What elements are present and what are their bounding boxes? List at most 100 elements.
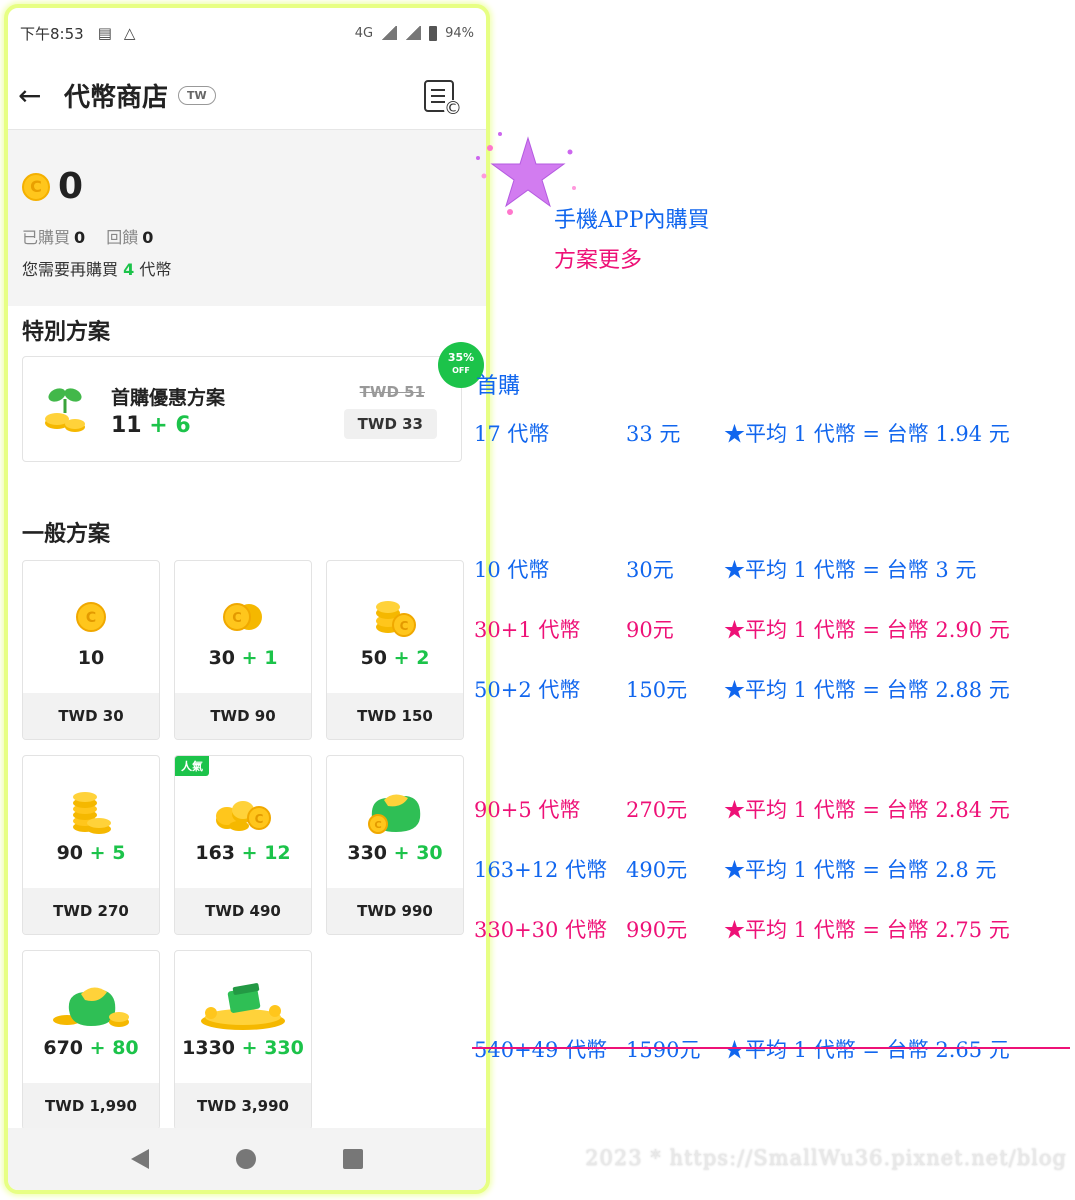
special-plan-name: 首購優惠方案 [111, 387, 226, 409]
calc-price: 990元 [626, 918, 688, 942]
battery-level: 94% [445, 25, 474, 41]
pack-price[interactable]: TWD 3,990 [175, 1083, 311, 1129]
pack-card[interactable]: 670 + 80 TWD 1,990 [22, 950, 160, 1130]
purchase-history-icon[interactable] [424, 79, 462, 118]
first-purchase-label: 首購 [476, 374, 521, 399]
pack-card[interactable]: 人氣 C 163 + 12 TWD 490 [174, 755, 312, 935]
pack-base: 1330 [182, 1037, 236, 1059]
pack-bonus: + 12 [241, 842, 291, 864]
svg-text:C: C [374, 820, 381, 831]
pack-bonus: + 330 [241, 1037, 304, 1059]
calc-average: ★平均 1 代幣 = 台幣 3 元 [724, 558, 977, 582]
calc-average: ★平均 1 代幣 = 台幣 2.84 元 [724, 798, 1010, 822]
calc-average: ★平均 1 代幣 = 台幣 2.75 元 [724, 918, 1010, 942]
pack-card[interactable]: C 10 TWD 30 [22, 560, 160, 740]
calc-average: ★平均 1 代幣 = 台幣 1.94 元 [724, 422, 1010, 446]
svg-text:C: C [400, 619, 409, 633]
calc-tokens: 30+1 代幣 [474, 618, 581, 642]
intro-line-2: 方案更多 [554, 248, 643, 273]
calc-tokens: 50+2 代幣 [474, 678, 581, 702]
pack-base: 330 [347, 842, 388, 864]
pack-amount: 670 + 80 [23, 1037, 159, 1059]
calc-price: 30元 [626, 558, 674, 582]
pack-price[interactable]: TWD 150 [327, 693, 463, 739]
purchased-label: 已購買 [22, 228, 71, 247]
system-nav-bar [8, 1128, 486, 1190]
pack-amount: 50 + 2 [327, 647, 463, 669]
calc-average: ★平均 1 代幣 = 台幣 2.88 元 [724, 678, 1010, 702]
status-time: 下午8:53 [20, 24, 84, 43]
pack-card[interactable]: 90 + 5 TWD 270 [22, 755, 160, 935]
notification-icon: ▤ [97, 24, 112, 42]
strikethrough-line [472, 1047, 1070, 1049]
discount-pct: 35% [447, 351, 475, 364]
discount-badge: 35% OFF [441, 345, 481, 385]
pack-bonus: + 2 [393, 647, 430, 669]
signal-icon [381, 26, 398, 40]
battery-icon [429, 25, 438, 41]
drive-icon: △ [123, 24, 136, 42]
need-prefix: 您需要再購買 [22, 260, 119, 279]
pack-amount: 163 + 12 [175, 842, 311, 864]
special-section-title: 特別方案 [22, 320, 111, 345]
general-section-title: 一般方案 [22, 522, 111, 547]
calc-tokens: 163+12 代幣 [474, 858, 608, 882]
pack-amount: 90 + 5 [23, 842, 159, 864]
special-bonus: + 6 [149, 413, 191, 438]
pack-price[interactable]: TWD 90 [175, 693, 311, 739]
status-bar: 下午8:53 ▤ △ 4G 94% [8, 8, 486, 58]
nav-recents-icon[interactable] [342, 1149, 363, 1169]
coin-bag-large-icon [53, 987, 129, 1027]
pack-price[interactable]: TWD 30 [23, 693, 159, 739]
calc-price: 150元 [626, 678, 688, 702]
need-suffix: 代幣 [139, 260, 172, 279]
special-old-price: TWD 51 [359, 383, 425, 401]
svg-text:C: C [86, 610, 96, 626]
phone-screen: 下午8:53 ▤ △ 4G 94% ← 代幣商店 TW C 0 已購買0 回饋0… [4, 4, 490, 1194]
single-coin-icon: C [76, 602, 106, 632]
coin-icon: C [22, 172, 50, 201]
page-title: 代幣商店 [64, 83, 169, 113]
pack-card[interactable]: 1330 + 330 TWD 3,990 [174, 950, 312, 1130]
pack-base: 670 [43, 1037, 84, 1059]
gifted-value: 0 [142, 228, 154, 247]
back-arrow-icon[interactable]: ← [18, 79, 58, 112]
purchased-value: 0 [74, 228, 86, 247]
pack-price[interactable]: TWD 270 [23, 888, 159, 934]
calc-price: 490元 [626, 858, 688, 882]
pack-base: 90 [56, 842, 84, 864]
pack-amount: 30 + 1 [175, 647, 311, 669]
nav-home-icon[interactable] [235, 1149, 256, 1169]
nav-back-icon[interactable] [131, 1149, 150, 1169]
calc-average: ★平均 1 代幣 = 台幣 2.65 元 [724, 1038, 1010, 1062]
treasure-pile-icon [201, 983, 285, 1030]
pack-price[interactable]: TWD 1,990 [23, 1083, 159, 1129]
pack-amount: 1330 + 330 [175, 1037, 311, 1059]
coin-bag-icon: C [368, 794, 421, 834]
first-purchase-card[interactable]: 首購優惠方案 11 + 6 TWD 51 TWD 33 35% OFF [22, 345, 481, 462]
coin-pile-icon: C [216, 801, 271, 831]
pack-card[interactable]: C 50 + 2 TWD 150 [326, 560, 464, 740]
balance-stats: 已購買 0 回饋 0 [22, 224, 169, 248]
balance-value: 0 [58, 166, 84, 207]
pack-price[interactable]: TWD 990 [327, 888, 463, 934]
calc-average: ★平均 1 代幣 = 台幣 2.8 元 [724, 858, 997, 882]
coin-stack-icon: C [376, 601, 416, 637]
intro-line-1: 手機APP內購買 [554, 208, 710, 233]
pack-bonus: + 80 [89, 1037, 139, 1059]
sprout-coin-icon [45, 388, 85, 432]
pack-amount: 10 [23, 647, 159, 669]
calc-price: 90元 [626, 618, 674, 642]
signal-2-icon [405, 26, 422, 40]
pack-card[interactable]: C 30 + 1 TWD 90 [174, 560, 312, 740]
pack-price[interactable]: TWD 490 [175, 888, 311, 934]
gifted-label: 回饋 [106, 228, 139, 247]
special-price-button[interactable]: TWD 33 [343, 409, 437, 439]
coin-tower-icon [73, 792, 111, 834]
popular-badge: 人氣 [175, 756, 209, 776]
pack-card[interactable]: C 330 + 30 TWD 990 [326, 755, 464, 935]
pack-bonus: + 30 [393, 842, 443, 864]
pack-base: 50 [360, 647, 388, 669]
app-bar: ← 代幣商店 TW [8, 62, 486, 130]
pack-amount: 330 + 30 [327, 842, 463, 864]
